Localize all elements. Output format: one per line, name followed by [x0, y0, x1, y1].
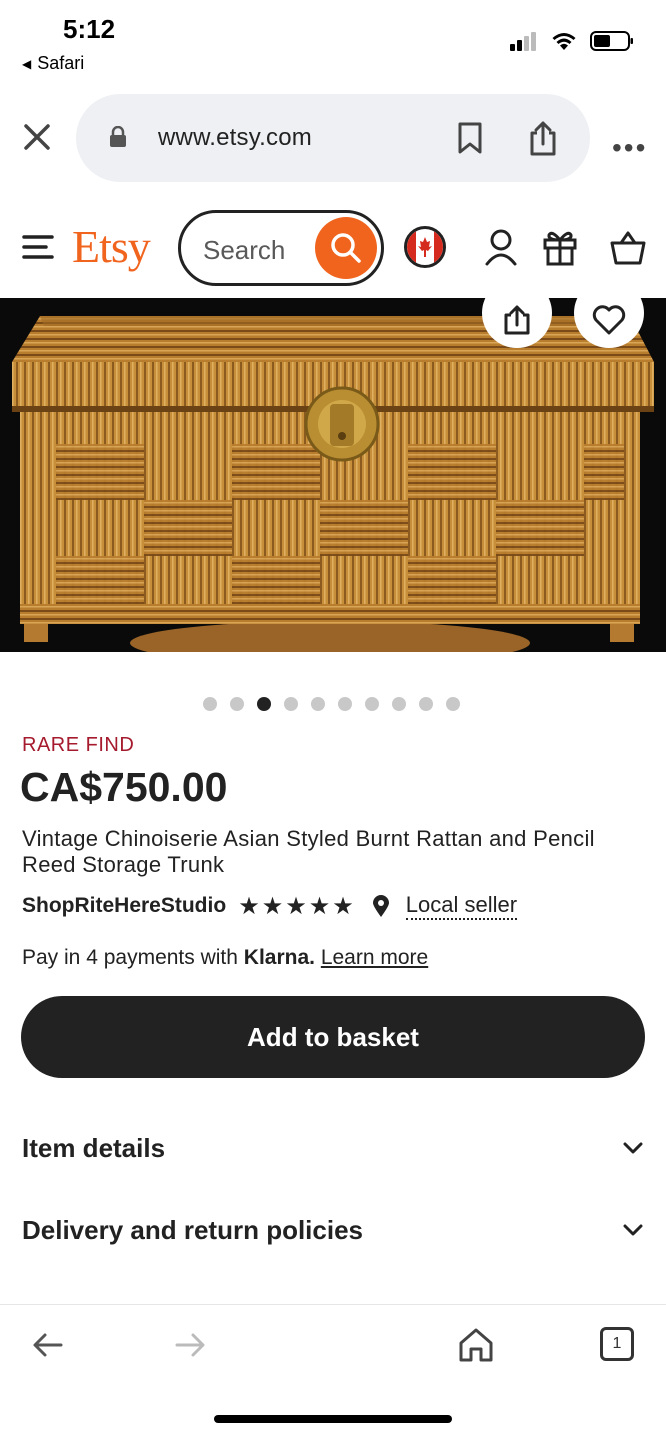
carousel-dot[interactable]: [203, 697, 217, 711]
more-options-icon[interactable]: •••: [612, 132, 647, 164]
hamburger-menu-icon[interactable]: [22, 234, 54, 260]
carousel-dot[interactable]: [392, 697, 406, 711]
lock-icon: [110, 126, 126, 147]
carousel-dot[interactable]: [257, 697, 271, 711]
account-icon[interactable]: [484, 228, 518, 266]
add-to-basket-button[interactable]: Add to basket: [21, 996, 645, 1078]
learn-more-link[interactable]: Learn more: [321, 946, 428, 969]
gift-icon[interactable]: [542, 228, 578, 266]
share-icon: [504, 305, 530, 335]
accordion-delivery-policies[interactable]: Delivery and return policies: [22, 1210, 644, 1250]
bookmark-icon[interactable]: [456, 122, 484, 154]
chevron-down-icon: [623, 1142, 643, 1154]
product-title: Vintage Chinoiserie Asian Styled Burnt R…: [22, 826, 595, 877]
status-bar: 5:12 ◀ Safari: [0, 0, 666, 84]
heart-icon: [592, 305, 626, 335]
carousel-dot[interactable]: [230, 697, 244, 711]
shop-name-link[interactable]: ShopRiteHereStudio: [22, 894, 226, 918]
carousel-dot[interactable]: [365, 697, 379, 711]
cellular-signal-icon: [510, 32, 536, 51]
url-text: www.etsy.com: [158, 124, 312, 151]
forward-arrow-icon[interactable]: [174, 1331, 206, 1359]
search-placeholder: Search: [203, 235, 286, 265]
rare-find-badge: RARE FIND: [22, 734, 135, 756]
canada-flag-icon[interactable]: [404, 226, 446, 268]
carousel-dot[interactable]: [284, 697, 298, 711]
rating-stars[interactable]: ★★★★★: [238, 892, 356, 921]
local-seller-link[interactable]: Local seller: [405, 892, 518, 920]
site-header: Etsy Search: [0, 206, 666, 290]
image-carousel-dots[interactable]: [203, 697, 460, 711]
accordion-item-details[interactable]: Item details: [22, 1128, 644, 1168]
klarna-brand: Klarna.: [243, 946, 315, 969]
back-app-label: Safari: [37, 53, 85, 73]
back-to-app-link[interactable]: ◀ Safari: [22, 53, 84, 74]
carousel-dot[interactable]: [446, 697, 460, 711]
status-time: 5:12: [63, 14, 116, 44]
carousel-dot[interactable]: [338, 697, 352, 711]
back-triangle-icon: ◀: [22, 56, 32, 71]
share-icon[interactable]: [528, 120, 558, 156]
product-price: CA$750.00: [20, 764, 228, 810]
product-image[interactable]: [0, 298, 666, 652]
address-bar[interactable]: www.etsy.com: [76, 94, 590, 182]
search-button[interactable]: [315, 217, 377, 279]
browser-address-row: www.etsy.com •••: [0, 94, 666, 184]
accordion-label: Item details: [22, 1132, 166, 1163]
tabs-button[interactable]: 1: [600, 1327, 634, 1361]
etsy-logo[interactable]: Etsy: [72, 220, 151, 273]
carousel-dot[interactable]: [419, 697, 433, 711]
search-input[interactable]: Search: [178, 210, 384, 286]
cart-icon[interactable]: [610, 230, 646, 266]
search-icon: [331, 233, 361, 263]
location-pin-icon: [372, 895, 389, 917]
home-indicator: [214, 1415, 452, 1423]
accordion-label: Delivery and return policies: [22, 1214, 364, 1245]
carousel-dot[interactable]: [311, 697, 325, 711]
shop-info-row: ShopRiteHereStudio ★★★★★ Local seller: [22, 892, 518, 921]
battery-icon: [590, 31, 633, 51]
payment-text: Pay in 4 payments with: [22, 946, 238, 969]
system-icons: [510, 30, 634, 52]
home-icon[interactable]: [458, 1327, 494, 1363]
back-arrow-icon[interactable]: [32, 1331, 64, 1359]
rattan-trunk-photo: [0, 298, 666, 652]
klarna-payment-info: Pay in 4 payments with Klarna. Learn mor…: [22, 946, 428, 970]
close-icon[interactable]: [20, 120, 54, 154]
wifi-icon: [552, 33, 576, 50]
chevron-down-icon: [623, 1224, 643, 1236]
